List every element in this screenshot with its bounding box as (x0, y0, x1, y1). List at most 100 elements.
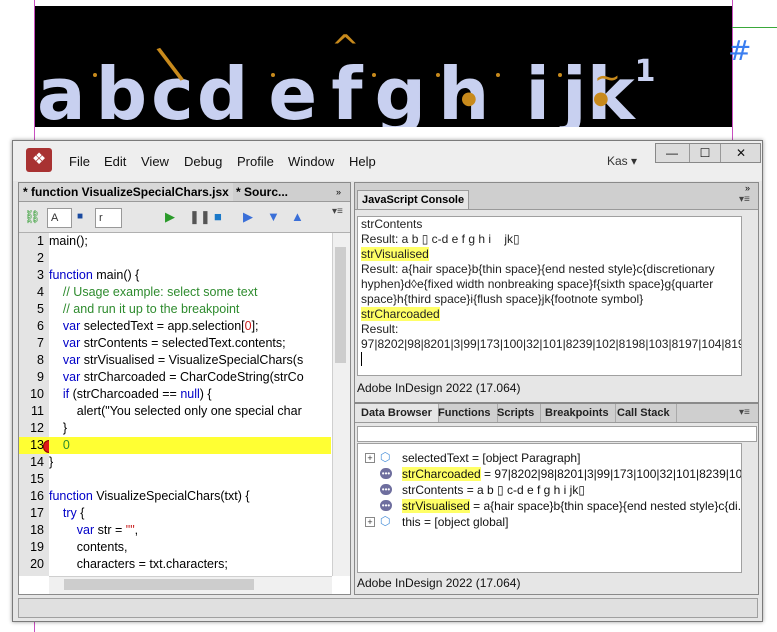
toolbar-menu-icon[interactable]: ▾≡ (332, 205, 343, 219)
code-line[interactable]: function main() { (49, 267, 331, 284)
line-number[interactable]: 5 (19, 301, 44, 318)
variable-row[interactable]: ••• strCharcoaded = 97|8202|98|8201|3|99|… (358, 466, 741, 482)
line-number[interactable]: 10 (19, 386, 44, 403)
code-line[interactable]: main(); (49, 233, 331, 250)
console-line: strVisualised (358, 247, 736, 262)
code-line[interactable]: characters = txt.characters; (49, 556, 331, 573)
nonbreaking-space-marker: ^ (331, 28, 360, 68)
close-button[interactable]: ✕ (720, 144, 761, 162)
code-line[interactable]: var strCharcoaded = CharCodeString(strCo (49, 369, 331, 386)
menu-help[interactable]: Help (349, 154, 376, 169)
editor-horizontal-scroll-thumb[interactable] (64, 579, 254, 590)
tab-breakpoints[interactable]: Breakpoints (539, 404, 616, 422)
code-area[interactable]: main(); function main() { // Usage exampl… (49, 233, 331, 576)
line-number[interactable]: 1 (19, 233, 44, 250)
stop-icon[interactable]: ■ (214, 210, 222, 224)
line-number[interactable]: 19 (19, 539, 44, 556)
variable-row[interactable]: + ⬡ selectedText = [object Paragraph] (358, 450, 741, 466)
code-line[interactable]: 0 (49, 437, 331, 454)
data-browser-filter-input[interactable] (357, 426, 757, 442)
variable-name: selectedText (402, 451, 469, 465)
menu-debug[interactable]: Debug (184, 154, 222, 169)
console-output[interactable]: strContents Result: a b ▯ c-d e f g h i j… (357, 216, 742, 376)
variable-row[interactable]: + ⬡ this = [object global] (358, 514, 741, 530)
pause-icon[interactable]: ❚❚ (189, 210, 211, 224)
minimize-button[interactable]: — (656, 144, 688, 162)
menu-window[interactable]: Window (288, 154, 334, 169)
console-cursor[interactable] (358, 352, 736, 367)
panel-overflow-icon[interactable]: » (745, 183, 750, 193)
tab-visualize-special-chars[interactable]: * function VisualizeSpecialChars.jsx (19, 183, 233, 201)
expand-icon[interactable]: + (365, 453, 375, 463)
tab-javascript-console[interactable]: JavaScript Console (357, 190, 470, 209)
line-number[interactable]: 20 (19, 556, 44, 573)
data-browser-menu-icon[interactable]: ▾≡ (739, 407, 750, 418)
target-app-select[interactable]: A (47, 208, 72, 228)
tab-source[interactable]: * Sourc... (232, 183, 292, 201)
tab-data-browser[interactable]: Data Browser (355, 404, 439, 422)
console-text: Result: a{hair space}b{thin space}{end n… (361, 262, 718, 306)
code-line[interactable]: if (strCharcoaded == null) { (49, 386, 331, 403)
line-number[interactable]: 8 (19, 352, 44, 369)
tab-call-stack[interactable]: Call Stack (611, 404, 677, 422)
glyph-d: d (196, 52, 249, 127)
line-number[interactable]: 6 (19, 318, 44, 335)
line-number[interactable]: 13 (19, 437, 44, 454)
line-number[interactable]: 18 (19, 522, 44, 539)
menubar: ❖ File Edit View Debug Profile Window He… (13, 141, 762, 181)
engine-select[interactable]: r (95, 208, 122, 228)
code-line[interactable]: // and run it up to the breakpoint (49, 301, 331, 318)
menu-view[interactable]: View (141, 154, 169, 169)
variable-row[interactable]: ••• strContents = a b ▯ c-d e f g h i jk▯ (358, 482, 741, 498)
line-number[interactable]: 14 (19, 454, 44, 471)
menu-file[interactable]: File (69, 154, 90, 169)
line-number[interactable]: 17 (19, 505, 44, 522)
variable-row[interactable]: ••• strVisualised = a{hair space}b{thin s… (358, 498, 741, 514)
editor-vertical-scroll-thumb[interactable] (335, 247, 346, 363)
line-number[interactable]: 12 (19, 420, 44, 437)
code-line[interactable]: } (49, 420, 331, 437)
link-icon[interactable]: ⛓ (24, 210, 41, 224)
menu-edit[interactable]: Edit (104, 154, 126, 169)
code-line[interactable]: try { (49, 505, 331, 522)
line-number[interactable]: 3 (19, 267, 44, 284)
step-into-icon[interactable]: ▼ (267, 210, 280, 224)
code-line[interactable]: } (49, 454, 331, 471)
code-line[interactable]: var str = "", (49, 522, 331, 539)
line-number[interactable]: 7 (19, 335, 44, 352)
code-line[interactable]: // Usage example: select some text (49, 284, 331, 301)
console-menu-icon[interactable]: ▾≡ (739, 194, 750, 205)
tab-functions[interactable]: Functions (432, 404, 498, 422)
user-dropdown[interactable]: Kas ▾ (607, 154, 637, 168)
line-number[interactable]: 16 (19, 488, 44, 505)
line-number[interactable]: 11 (19, 403, 44, 420)
em-space-marker: ● (461, 88, 477, 109)
code-line[interactable]: alert("You selected only one special cha… (49, 403, 331, 420)
maximize-button[interactable]: ☐ (689, 144, 720, 162)
line-number[interactable]: 2 (19, 250, 44, 267)
line-number[interactable]: 15 (19, 471, 44, 488)
code-line[interactable] (49, 250, 331, 267)
variables-tree[interactable]: + ⬡ selectedText = [object Paragraph] ••• st… (357, 443, 742, 573)
menu-profile[interactable]: Profile (237, 154, 274, 169)
line-number-gutter[interactable]: 1 2 3 4 5 6 7 8 9 10 11 12 13 14 15 16 17 18 19 20 (19, 233, 56, 576)
line-number[interactable]: 4 (19, 284, 44, 301)
expand-icon[interactable]: + (365, 517, 375, 527)
estk-app-icon[interactable]: ❖ (26, 148, 52, 172)
indesign-text-frame[interactable]: a bcd e f g h i jk1 \ ^ ● ~ ● (35, 6, 732, 127)
space-marker (558, 73, 562, 77)
stop-square-icon[interactable]: ■ (77, 210, 83, 224)
run-icon[interactable]: ▶ (165, 210, 175, 224)
code-line[interactable]: var selectedText = app.selection[0]; (49, 318, 331, 335)
tabs-overflow-icon[interactable]: » (332, 183, 345, 201)
tab-scripts[interactable]: Scripts (491, 404, 542, 422)
line-number[interactable]: 9 (19, 369, 44, 386)
code-line[interactable]: var strContents = selectedText.contents; (49, 335, 331, 352)
step-over-icon[interactable]: ▶ (243, 210, 253, 224)
step-out-icon[interactable]: ▲ (291, 210, 304, 224)
code-line[interactable]: contents, (49, 539, 331, 556)
code-line[interactable]: var strVisualised = VisualizeSpecialChar… (49, 352, 331, 369)
code-line[interactable]: function VisualizeSpecialChars(txt) { (49, 488, 331, 505)
code-line[interactable] (49, 471, 331, 488)
console-line: Result: a b ▯ c-d e f g h i jk▯ (358, 232, 736, 247)
